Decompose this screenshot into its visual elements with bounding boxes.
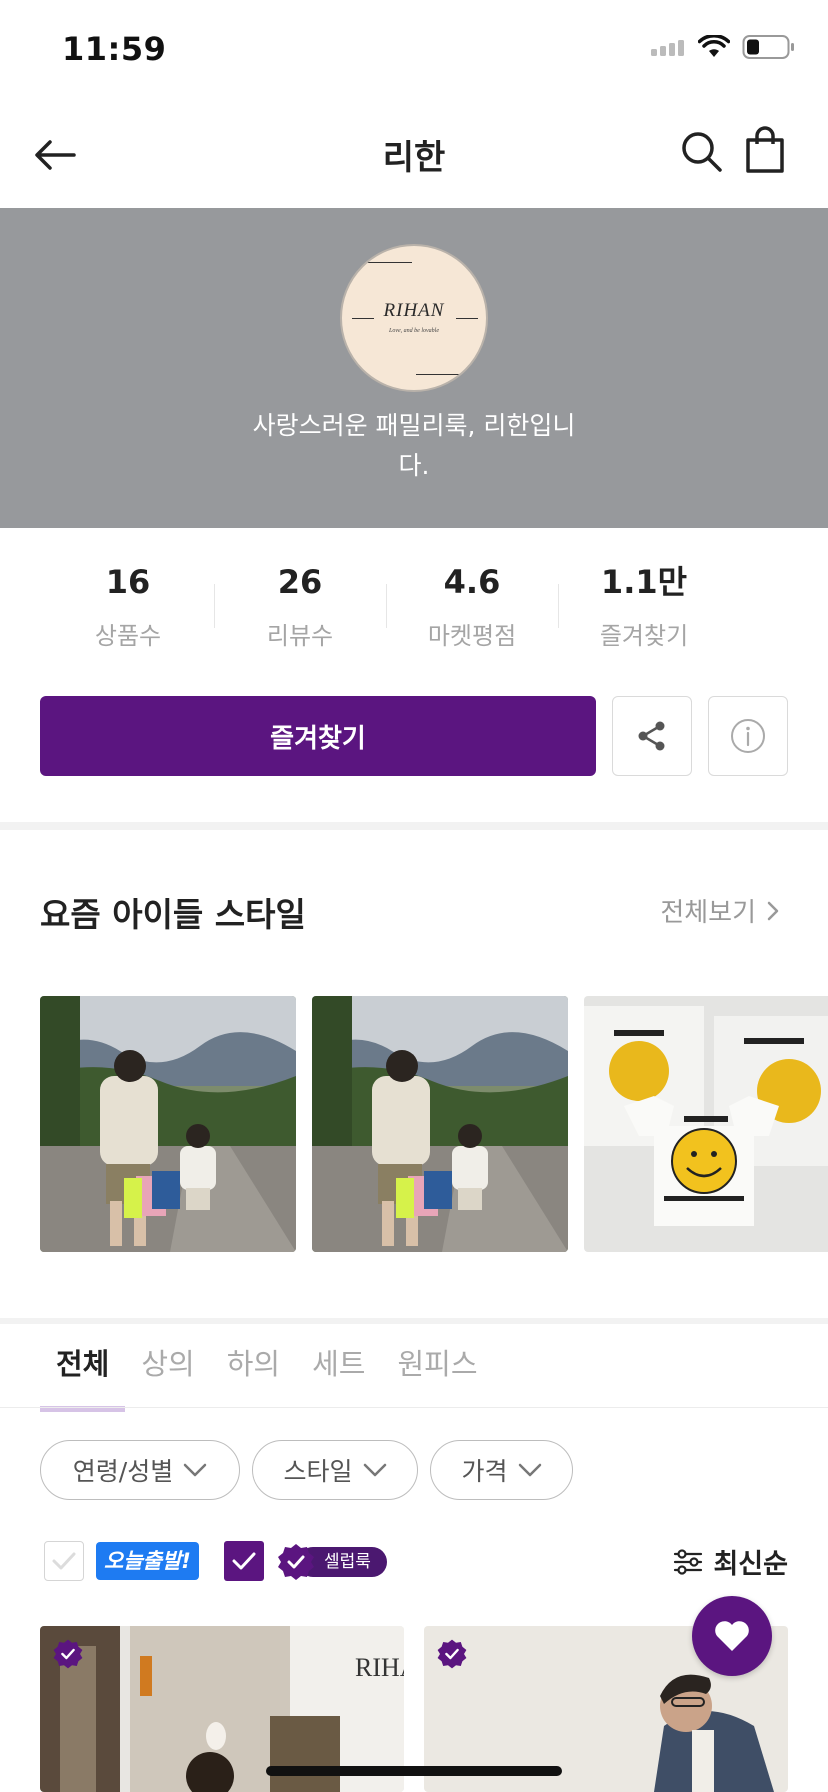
tab-dresses[interactable]: 원피스 <box>382 1316 494 1412</box>
stat-label: 즐겨찾기 <box>599 622 689 650</box>
info-icon <box>731 719 765 753</box>
celeb-look-checkbox[interactable] <box>224 1541 264 1581</box>
filter-label: 가격 <box>461 1457 508 1486</box>
stat-value: 26 <box>277 563 323 601</box>
today-ship-checkbox[interactable] <box>44 1541 84 1581</box>
tabs-divider <box>0 1407 828 1408</box>
status-icons <box>650 34 796 60</box>
sort-label: 최신순 <box>713 1549 788 1580</box>
tab-all[interactable]: 전체 <box>40 1316 126 1412</box>
share-icon <box>638 721 665 751</box>
tab-tops[interactable]: 상의 <box>125 1316 210 1412</box>
style-thumbnail[interactable] <box>584 996 828 1252</box>
toggle-row: 오늘출발! 셀럽룩 최신순 <box>0 1536 828 1588</box>
sliders-icon <box>674 1548 703 1575</box>
stat-label: 상품수 <box>94 622 162 650</box>
cart-button[interactable] <box>744 126 792 178</box>
celeb-look-badge[interactable]: 셀럽룩 <box>276 1542 387 1582</box>
chevron-down-icon <box>518 1463 541 1477</box>
tab-bottoms[interactable]: 하의 <box>211 1316 296 1412</box>
wifi-icon <box>698 35 730 57</box>
favorite-store-button[interactable]: 즐겨찾기 <box>40 696 596 776</box>
store-logo-subtext: Love, and be lovable <box>389 328 439 334</box>
store-description: 사랑스러운 패밀리룩, 리한입니다. <box>252 411 576 480</box>
verified-badge-icon <box>437 1639 467 1669</box>
stat-label: 마켓평점 <box>427 622 517 650</box>
home-indicator <box>266 1766 562 1776</box>
shopping-bag-icon <box>746 126 784 173</box>
stat-label: 리뷰수 <box>266 622 334 650</box>
battery-icon <box>742 35 794 59</box>
stat-value: 1.1만 <box>600 563 688 601</box>
stat-favorites[interactable]: 1.1만 즐겨찾기 <box>558 560 730 670</box>
stat-value: 4.6 <box>443 563 501 601</box>
wishlist-fab[interactable] <box>692 1596 772 1676</box>
filter-style[interactable]: 스타일 <box>252 1440 418 1500</box>
tab-sets[interactable]: 세트 <box>296 1316 381 1412</box>
verified-badge-icon <box>53 1639 83 1669</box>
section-divider <box>0 822 828 830</box>
filter-price[interactable]: 가격 <box>430 1440 573 1500</box>
chevron-down-icon <box>183 1463 207 1477</box>
search-icon <box>682 132 722 172</box>
style-thumbnail[interactable] <box>312 996 568 1252</box>
cellular-signal-icon <box>651 40 684 56</box>
store-logo-text: RIHAN <box>383 300 445 321</box>
filter-label: 연령/성별 <box>72 1457 174 1486</box>
stat-value: 16 <box>105 563 151 601</box>
family-photo-image <box>40 996 296 1252</box>
product-image-text: RIHAN <box>355 1653 404 1682</box>
status-time: 11:59 <box>62 30 167 68</box>
store-header: RIHAN Love, and be lovable 사랑스러운 패밀리룩, 리… <box>0 208 828 528</box>
family-photo-image <box>312 996 568 1252</box>
category-tabs: 전체 상의 하의 세트 원피스 <box>40 1316 494 1412</box>
see-all-link[interactable]: 전체보기 <box>660 892 780 929</box>
stat-products[interactable]: 16 상품수 <box>42 560 214 670</box>
verified-badge-icon <box>278 1544 314 1580</box>
store-logo: RIHAN Love, and be lovable <box>340 244 488 392</box>
style-thumbnail[interactable] <box>40 996 296 1252</box>
chevron-right-icon <box>767 901 779 920</box>
stat-reviews[interactable]: 26 리뷰수 <box>214 560 386 670</box>
smiley-tshirt-image <box>584 996 828 1252</box>
status-bar: 11:59 <box>0 0 828 100</box>
check-icon <box>52 1552 76 1570</box>
search-button[interactable] <box>680 130 728 178</box>
store-info-button[interactable] <box>708 696 788 776</box>
see-all-label: 전체보기 <box>660 898 756 928</box>
share-button[interactable] <box>612 696 692 776</box>
heart-icon <box>715 1621 749 1651</box>
sort-button[interactable]: 최신순 <box>673 1542 788 1581</box>
filter-label: 스타일 <box>283 1457 353 1486</box>
filter-age-gender[interactable]: 연령/성별 <box>40 1440 240 1500</box>
nav-bar: 리한 <box>0 100 828 208</box>
today-ship-badge[interactable]: 오늘출발! <box>96 1542 199 1580</box>
section-title: 요즘 아이들 스타일 <box>40 895 306 934</box>
check-icon <box>232 1552 256 1570</box>
chevron-down-icon <box>363 1463 386 1477</box>
stat-rating[interactable]: 4.6 마켓평점 <box>386 560 558 670</box>
store-stats: 16 상품수 26 리뷰수 4.6 마켓평점 1.1만 즐겨찾기 <box>42 560 786 670</box>
